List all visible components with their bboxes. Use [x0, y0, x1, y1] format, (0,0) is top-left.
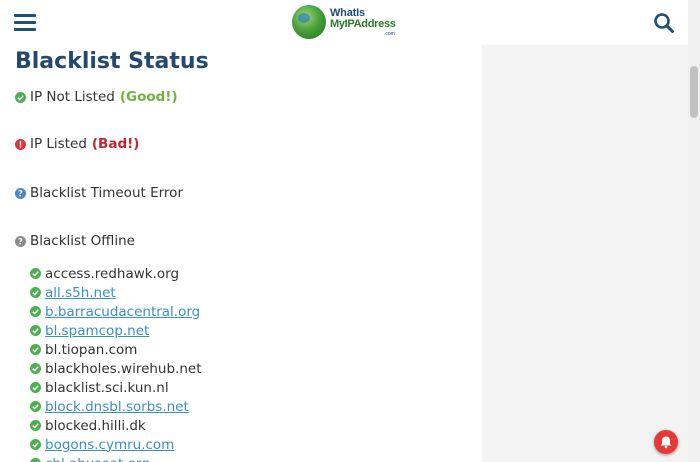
check-icon [30, 325, 41, 336]
site-header: WhatIs MyIPAddress .com [0, 0, 688, 44]
legend-offline: ? Blacklist Offline [15, 233, 135, 249]
blacklist-link[interactable]: block.dnsbl.sorbs.net [45, 399, 189, 415]
logo-text-suffix: .com [384, 31, 395, 37]
check-icon [30, 363, 41, 374]
check-icon [30, 344, 41, 355]
site-logo[interactable]: WhatIs MyIPAddress .com [292, 5, 402, 39]
page-title: Blacklist Status [15, 49, 209, 74]
status-good-tag: (Good!) [119, 89, 178, 105]
check-icon [30, 287, 41, 298]
legend-label: IP Listed [30, 136, 87, 152]
check-icon [30, 401, 41, 412]
check-icon [30, 382, 41, 393]
menu-icon[interactable] [14, 14, 36, 31]
check-icon [30, 439, 41, 450]
blacklist-row: blacklist.sci.kun.nl [30, 378, 202, 397]
legend-label: IP Not Listed [30, 89, 115, 105]
check-icon [15, 91, 26, 103]
blacklist-row: blackholes.wirehub.net [30, 359, 202, 378]
blacklist-link[interactable]: all.s5h.net [45, 285, 116, 301]
blacklist-name: blacklist.sci.kun.nl [45, 379, 169, 396]
alert-icon [15, 138, 26, 150]
blacklist-link[interactable]: bl.spamcop.net [45, 323, 149, 339]
notification-bell-icon[interactable] [654, 430, 678, 454]
sidebar-ad-area [482, 45, 688, 462]
legend-timeout: ? Blacklist Timeout Error [15, 185, 183, 201]
blacklist-list: access.redhawk.org all.s5h.net b.barracuda… [30, 264, 202, 462]
check-icon [30, 268, 41, 279]
blacklist-link[interactable]: cbl.abuseat.org [45, 456, 150, 462]
blacklist-row: bogons.cymru.com [30, 435, 202, 454]
legend-listed: IP Listed (Bad!) [15, 136, 139, 152]
logo-text-line2: MyIPAddress [330, 18, 396, 30]
blacklist-link[interactable]: b.barracudacentral.org [45, 304, 200, 320]
blacklist-name: access.redhawk.org [45, 265, 180, 282]
blacklist-row: cbl.abuseat.org [30, 454, 202, 462]
blacklist-row: all.s5h.net [30, 283, 202, 302]
status-bad-tag: (Bad!) [91, 136, 140, 152]
legend-not-listed: IP Not Listed (Good!) [15, 89, 178, 105]
check-icon [30, 458, 41, 462]
offline-icon: ? [15, 235, 26, 247]
blacklist-name: blocked.hilli.dk [45, 417, 146, 434]
svg-text:?: ? [18, 189, 23, 198]
scrollbar-thumb[interactable] [690, 66, 698, 118]
blacklist-link[interactable]: bogons.cymru.com [45, 437, 174, 453]
search-icon[interactable] [653, 12, 675, 34]
globe-logo-icon [292, 5, 326, 39]
question-icon: ? [15, 187, 26, 199]
blacklist-name: bl.tiopan.com [45, 341, 138, 358]
check-icon [30, 306, 41, 317]
blacklist-row: bl.spamcop.net [30, 321, 202, 340]
blacklist-name: blackholes.wirehub.net [45, 360, 202, 377]
blacklist-row: block.dnsbl.sorbs.net [30, 397, 202, 416]
check-icon [30, 420, 41, 431]
blacklist-row: bl.tiopan.com [30, 340, 202, 359]
legend-label: Blacklist Offline [30, 233, 135, 249]
legend-label: Blacklist Timeout Error [30, 185, 183, 201]
blacklist-row: blocked.hilli.dk [30, 416, 202, 435]
blacklist-row: b.barracudacentral.org [30, 302, 202, 321]
blacklist-row: access.redhawk.org [30, 264, 202, 283]
svg-text:?: ? [18, 237, 23, 246]
